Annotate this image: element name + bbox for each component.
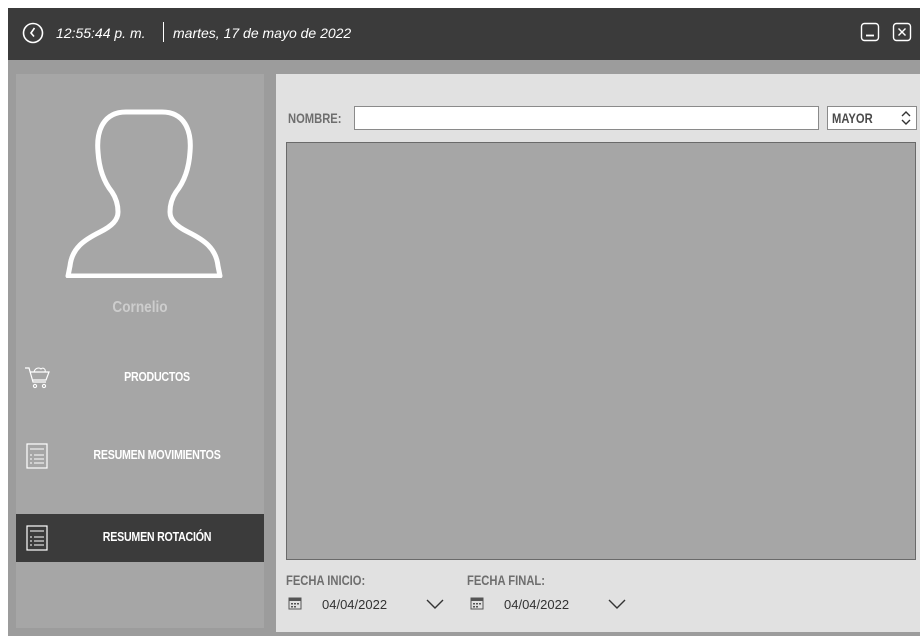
sidebar-item-resumen-movimientos[interactable]: RESUMEN MOVIMIENTOS bbox=[16, 432, 264, 480]
name-label: NOMBRE: bbox=[288, 110, 342, 126]
data-grid[interactable] bbox=[286, 142, 916, 560]
end-date-label: FECHA FINAL: bbox=[467, 572, 545, 588]
current-time: 12:55:44 p. m. bbox=[56, 25, 146, 41]
clock-icon bbox=[22, 22, 44, 44]
close-icon[interactable] bbox=[892, 22, 912, 42]
chevron-down-icon[interactable] bbox=[608, 598, 626, 610]
end-date-picker[interactable]: 04/04/2022 bbox=[470, 592, 632, 616]
sidebar-item-label: RESUMEN ROTACIÓN bbox=[102, 529, 212, 544]
title-bar: 12:55:44 p. m. martes, 17 de mayo de 202… bbox=[8, 8, 920, 60]
calendar-icon bbox=[470, 597, 484, 610]
title-gap bbox=[8, 60, 920, 74]
minimize-icon[interactable] bbox=[860, 22, 880, 42]
end-date-value: 04/04/2022 bbox=[504, 597, 570, 612]
main-panel: NOMBRE: MAYOR FECHA INICIO: FECHA FINAL:… bbox=[276, 74, 920, 632]
title-separator bbox=[163, 22, 164, 42]
sort-order-value: MAYOR bbox=[832, 110, 873, 126]
sidebar-item-productos[interactable]: PRODUCTOS bbox=[16, 354, 264, 402]
calendar-icon bbox=[288, 597, 302, 610]
start-date-value: 04/04/2022 bbox=[322, 597, 388, 612]
chevron-down-icon[interactable] bbox=[426, 598, 444, 610]
sidebar-item-label: PRODUCTOS bbox=[124, 369, 190, 384]
start-date-label: FECHA INICIO: bbox=[286, 572, 366, 588]
user-silhouette-icon bbox=[65, 109, 223, 278]
sidebar-item-resumen-rotacion[interactable]: RESUMEN ROTACIÓN bbox=[16, 514, 264, 562]
sidebar-item-label: RESUMEN MOVIMIENTOS bbox=[93, 447, 221, 462]
start-date-picker[interactable]: 04/04/2022 bbox=[288, 592, 450, 616]
list-document-icon bbox=[26, 525, 48, 551]
name-search-input[interactable] bbox=[354, 106, 819, 130]
cart-icon bbox=[25, 367, 50, 389]
sidebar: Cornelio PRODUCTOS RESUMEN MOVIMIENTOS R… bbox=[16, 74, 264, 628]
username: Cornelio bbox=[112, 299, 168, 316]
up-down-arrows-icon[interactable] bbox=[900, 110, 912, 126]
current-date: martes, 17 de mayo de 2022 bbox=[173, 25, 352, 41]
sort-order-select[interactable]: MAYOR bbox=[827, 106, 917, 130]
list-document-icon bbox=[26, 443, 48, 469]
